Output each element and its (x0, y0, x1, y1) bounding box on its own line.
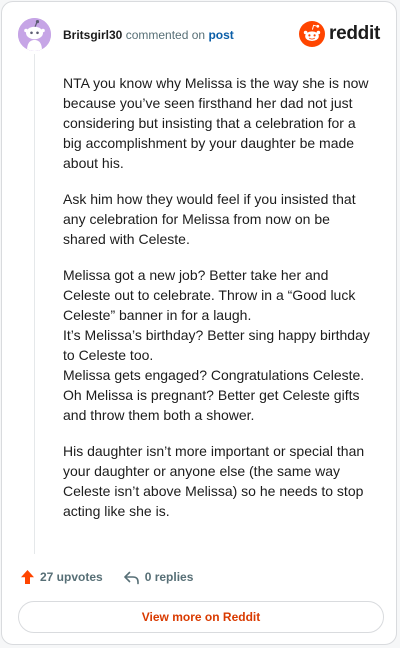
view-more-on-reddit-button[interactable]: View more on Reddit (18, 601, 384, 633)
comment-paragraph: Melissa got a new job? Better take her a… (63, 267, 370, 423)
comment-body: NTA you know why Melissa is the way she … (63, 73, 375, 537)
comment-meta: Britsgirl30 commented on post (63, 28, 234, 42)
reddit-brand-link[interactable]: reddit (299, 21, 380, 47)
upvote-arrow-icon (21, 570, 34, 584)
thread-line (34, 54, 35, 554)
post-link[interactable]: post (208, 28, 233, 42)
reply-button[interactable]: 0 replies (123, 570, 194, 585)
snoo-avatar-icon (18, 18, 51, 51)
reddit-wordmark: reddit (329, 23, 380, 44)
comment-paragraph: His daughter isn’t more important or spe… (63, 443, 365, 519)
avatar[interactable] (18, 18, 51, 51)
upvote-button[interactable]: 27 upvotes (20, 569, 103, 585)
reply-count: 0 replies (144, 570, 194, 584)
upvote-count: 27 upvotes (40, 570, 103, 584)
comment-paragraph: Ask him how they would feel if you insis… (63, 191, 356, 247)
comment-paragraph: NTA you know why Melissa is the way she … (63, 75, 369, 171)
reddit-logo-icon (299, 21, 326, 47)
username-link[interactable]: Britsgirl30 (63, 28, 122, 42)
commented-on-text: commented on (125, 28, 206, 42)
comment-header: Britsgirl30 commented on post reddit (18, 18, 380, 52)
reply-arrow-icon (123, 571, 139, 584)
comment-actions: 27 upvotes 0 replies (20, 568, 193, 586)
reddit-comment-embed-card: Britsgirl30 commented on post reddit NTA… (1, 1, 397, 645)
